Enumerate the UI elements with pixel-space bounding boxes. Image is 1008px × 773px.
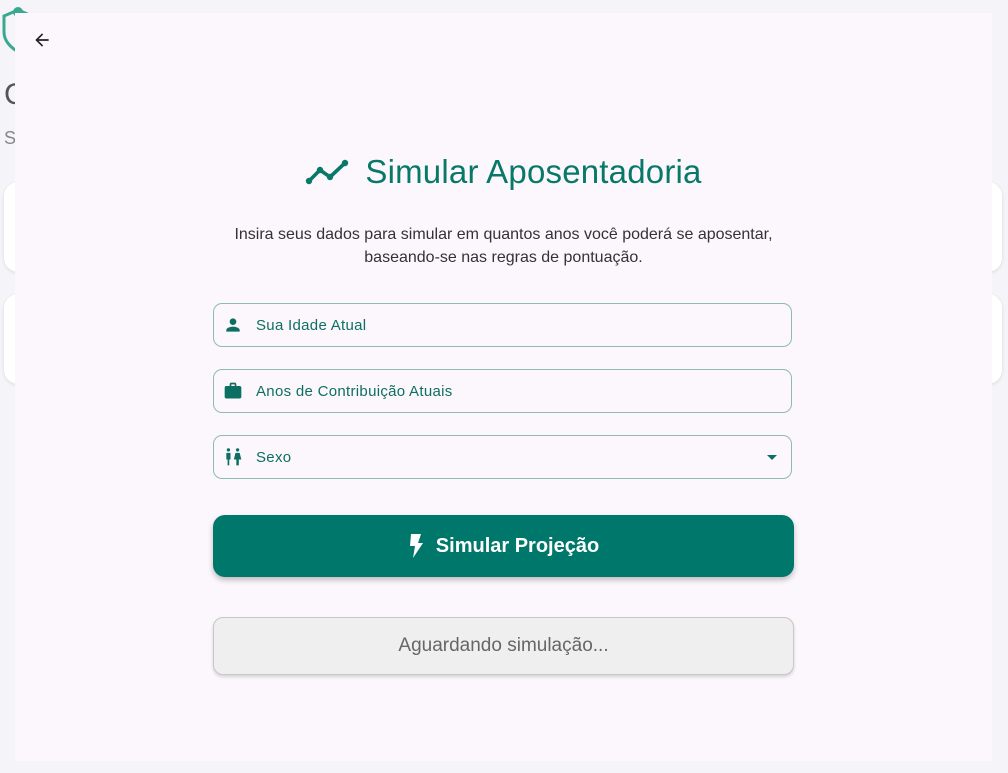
simulate-button[interactable]: Simular Projeção <box>213 515 794 577</box>
simulation-modal: Simular Aposentadoria Insira seus dados … <box>15 13 992 761</box>
background-page-title: C <box>4 78 15 111</box>
chevron-down-icon <box>767 454 777 460</box>
background-page-subtitle: S <box>4 128 15 148</box>
status-text: Aguardando simulação... <box>398 635 609 656</box>
bolt-icon <box>409 534 423 558</box>
contribution-field-label: Anos de Contribuição Atuais <box>256 382 453 400</box>
modal-header: Simular Aposentadoria <box>15 153 992 191</box>
description-line: Insira seus dados para simular em quanto… <box>234 226 773 243</box>
sex-select[interactable]: Sexo <box>213 435 792 479</box>
age-field-label: Sua Idade Atual <box>256 316 367 334</box>
modal-title: Simular Aposentadoria <box>365 153 702 190</box>
modal-description: Insira seus dados para simular em quanto… <box>15 223 992 269</box>
trending-line-icon <box>306 159 349 185</box>
description-line: baseando-se nas regras de pontuação. <box>364 249 643 266</box>
age-field[interactable]: Sua Idade Atual <box>213 303 792 347</box>
briefcase-icon <box>222 380 244 402</box>
simulate-button-label: Simular Projeção <box>435 534 600 557</box>
sex-select-label: Sexo <box>256 448 292 466</box>
simulation-status: Aguardando simulação... <box>213 617 794 675</box>
wc-icon <box>222 446 244 468</box>
arrow-left-icon <box>35 33 49 47</box>
back-button[interactable] <box>29 27 55 53</box>
contribution-years-field[interactable]: Anos de Contribuição Atuais <box>213 369 792 413</box>
person-icon <box>222 314 244 336</box>
